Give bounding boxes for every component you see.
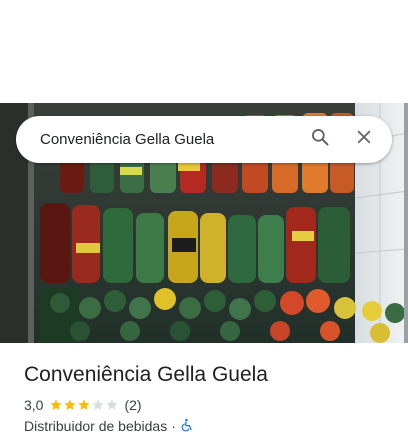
search-bar[interactable]: Conveniência Gella Guela [16,116,392,163]
scrollbar[interactable] [404,103,408,343]
star-empty-icon [92,399,105,410]
category-row: Distribuidor de bebidas · [24,417,396,435]
review-count: (2) [124,397,142,413]
search-icon [310,127,330,152]
wheelchair-icon [180,418,194,435]
star-rating [49,398,119,412]
star-empty-icon [106,399,119,410]
star-filled-icon [50,399,63,410]
search-input[interactable]: Conveniência Gella Guela [40,131,298,148]
search-button[interactable] [298,118,342,162]
place-title[interactable]: Conveniência Gella Guela [24,362,396,388]
clear-search-button[interactable] [342,118,386,162]
place-info: Conveniência Gella Guela 3,0 (2) Distrib… [24,362,396,435]
star-filled-icon [78,399,91,410]
close-icon [355,128,373,151]
star-filled-icon [64,399,77,410]
separator: · [171,418,176,434]
rating-row[interactable]: 3,0 (2) [24,396,396,414]
rating-value: 3,0 [24,397,44,413]
place-category: Distribuidor de bebidas [24,418,168,434]
